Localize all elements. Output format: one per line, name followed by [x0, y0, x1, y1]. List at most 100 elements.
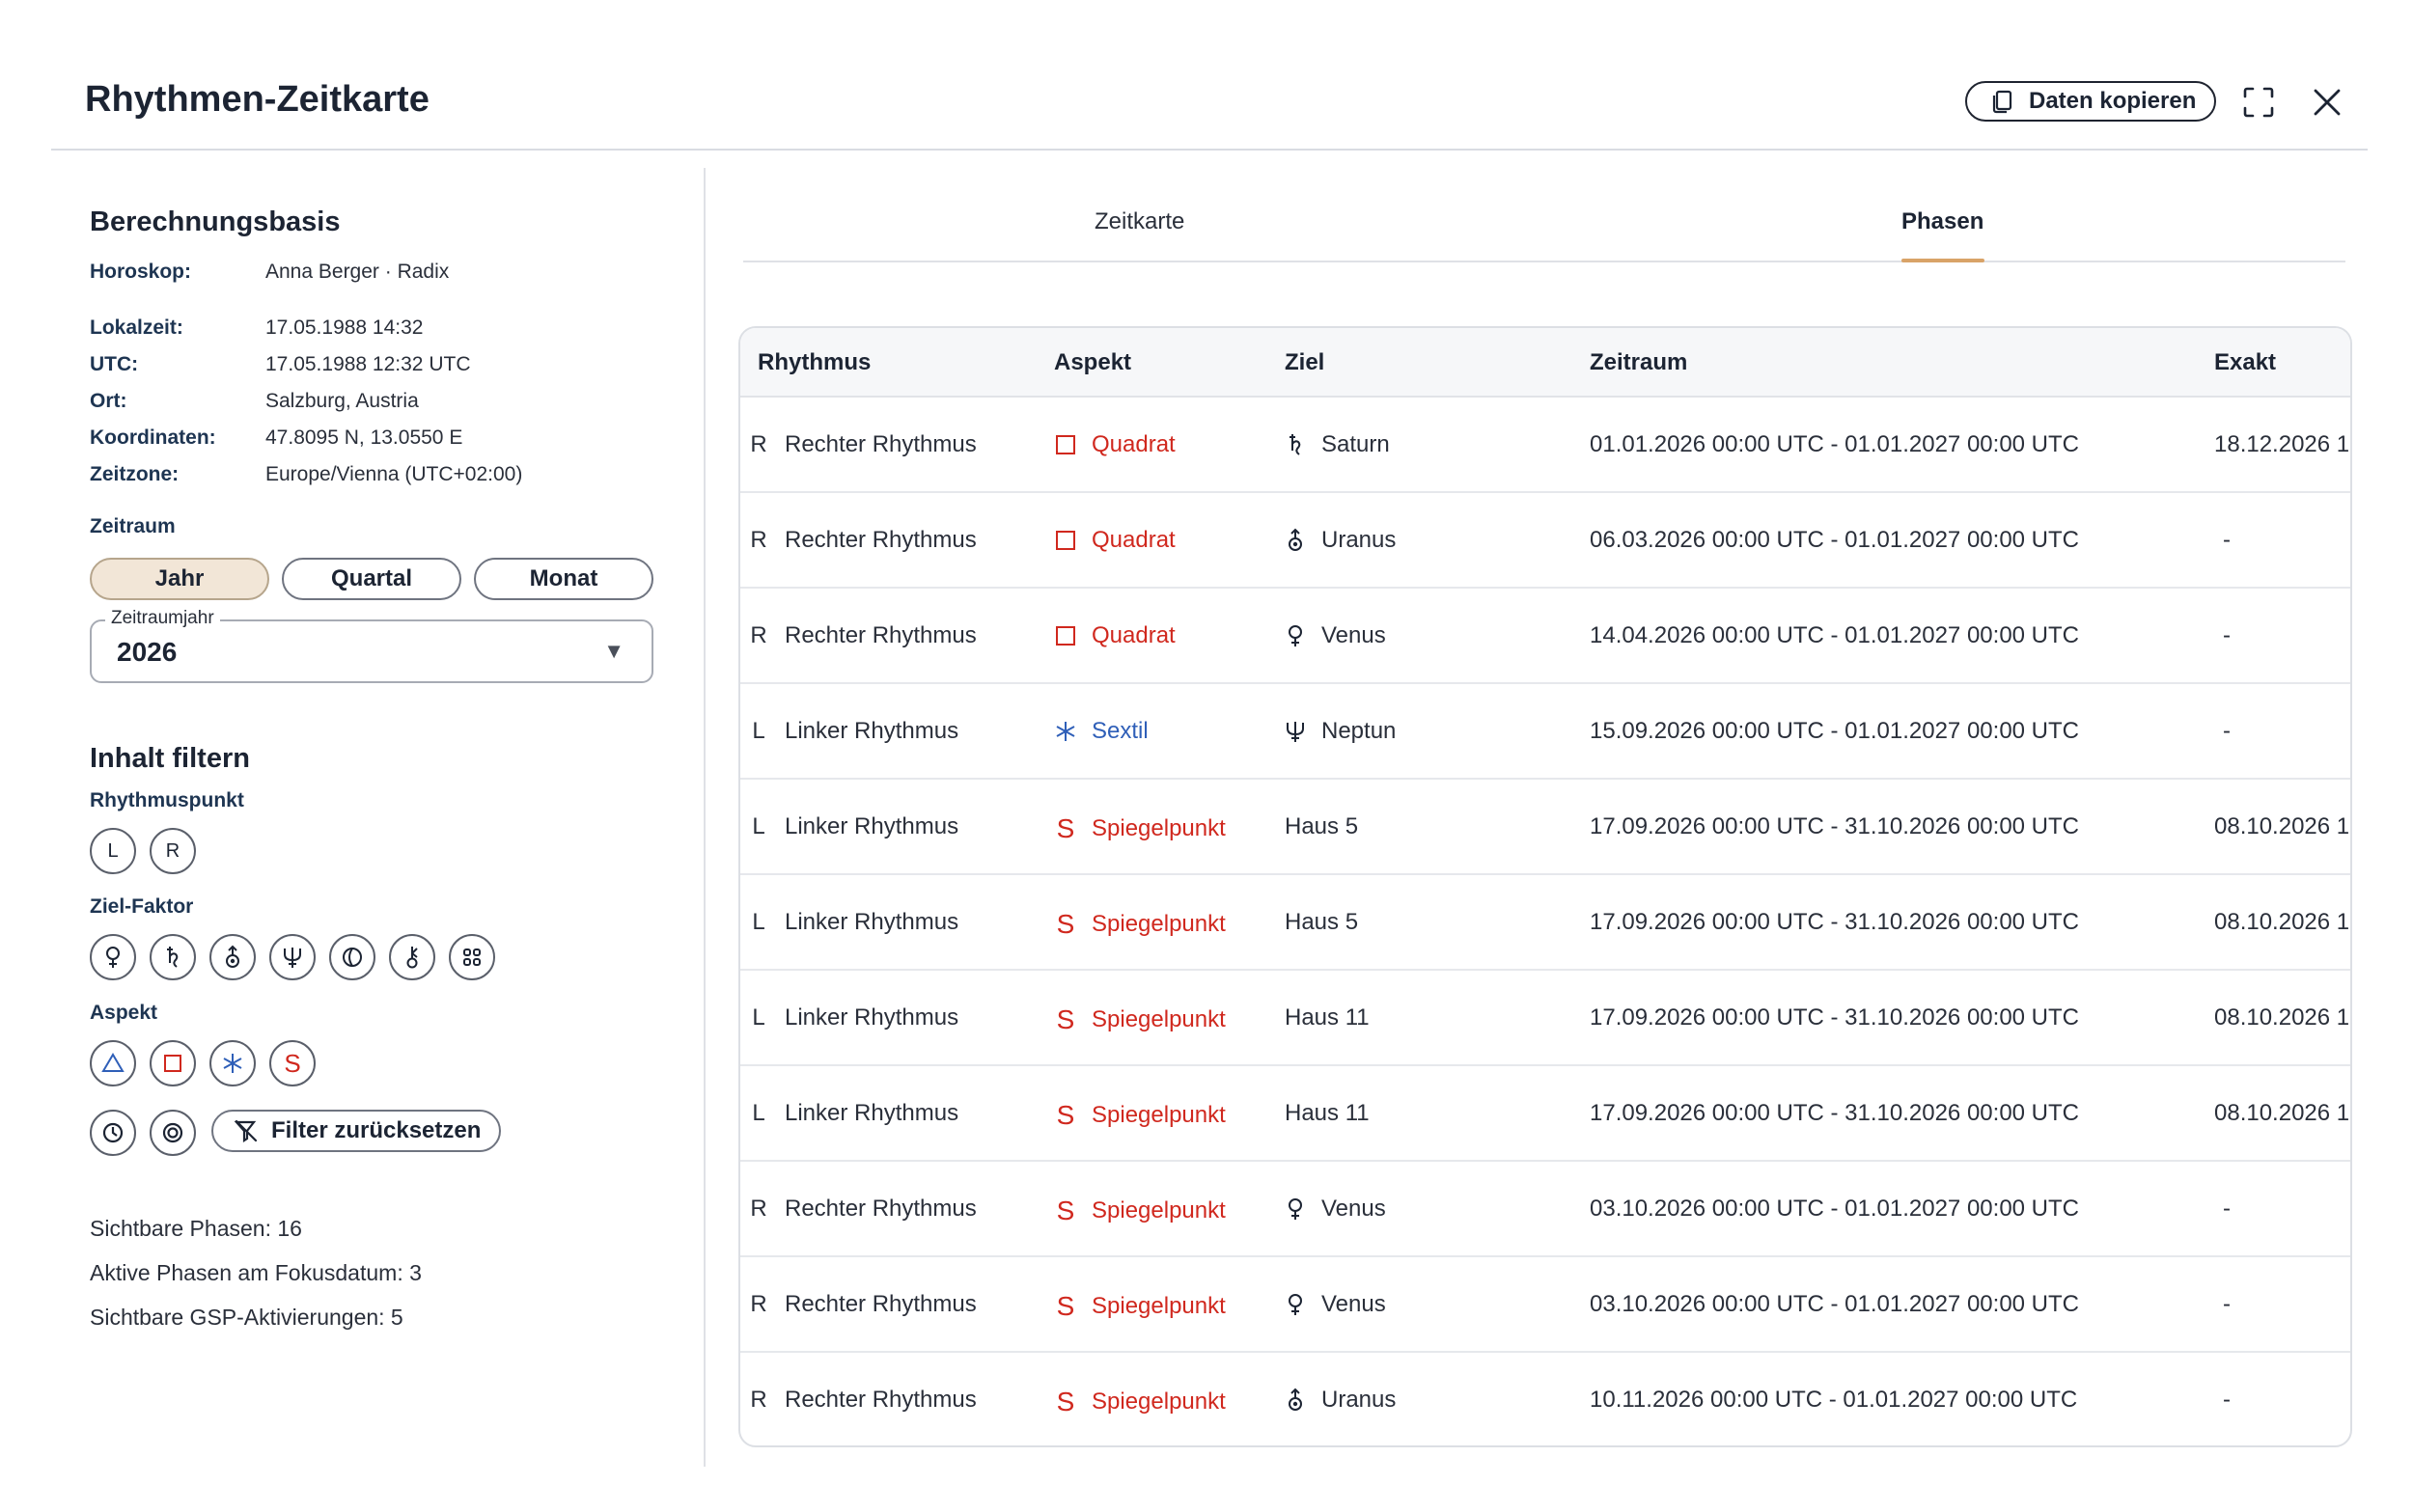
target-factor-label: Ziel-Faktor — [90, 895, 194, 918]
rhythm-cell: L Linker Rhythmus — [740, 813, 958, 840]
aspect-name: Spiegelpunkt — [1092, 1197, 1226, 1223]
filter-mirror-point[interactable]: S — [269, 1040, 316, 1086]
aspect-cell: S Spiegelpunkt — [1053, 1004, 1226, 1035]
fullscreen-icon[interactable] — [2239, 83, 2278, 122]
filter-more[interactable] — [449, 934, 495, 980]
target-name: Haus 5 — [1285, 909, 1359, 935]
filter-reset-icon — [233, 1117, 260, 1144]
rhythm-letter: L — [752, 718, 765, 744]
modal-header: Rhythmen-Zeitkarte Daten kopieren — [51, 48, 2368, 151]
clock-icon — [99, 1119, 126, 1146]
target-icon — [159, 1119, 186, 1146]
tab-phasen[interactable]: Phasen — [1901, 208, 1983, 235]
target-cell: Haus 5 — [1285, 813, 1358, 840]
copy-data-button[interactable]: Daten kopieren — [1965, 81, 2216, 122]
table-row[interactable]: R Rechter Rhythmus S Spiegelpunkt Venus … — [740, 1257, 2350, 1353]
table-row[interactable]: R Rechter Rhythmus Quadrat Uranus 06.03.… — [740, 493, 2350, 589]
column-header-aspect[interactable]: Aspekt — [1054, 349, 1131, 376]
rhythm-cell: L Linker Rhythmus — [740, 1004, 958, 1031]
filter-venus[interactable] — [90, 934, 136, 980]
year-select[interactable]: Zeitraumjahr 2026 ▼ — [90, 608, 653, 683]
rhythm-letter: R — [750, 431, 767, 457]
filter-rhythm-right[interactable]: R — [150, 828, 196, 874]
filter-neptune[interactable] — [269, 934, 316, 980]
segment-quarter[interactable]: Quartal — [282, 558, 461, 600]
period-cell: 17.09.2026 00:00 UTC - 31.10.2026 00:00 … — [1590, 909, 2079, 935]
panel-divider — [704, 168, 706, 1467]
sextile-icon — [219, 1050, 246, 1077]
rhythm-name: Rechter Rhythmus — [785, 622, 977, 648]
mirror-point-icon: S — [1056, 813, 1075, 843]
aspect-cell: S Spiegelpunkt — [1053, 1291, 1226, 1322]
table-row[interactable]: L Linker Rhythmus S Spiegelpunkt Haus 11… — [740, 1066, 2350, 1162]
column-header-period[interactable]: Zeitraum — [1590, 349, 1687, 376]
segment-year[interactable]: Jahr — [90, 558, 269, 600]
aspect-cell: S Spiegelpunkt — [1053, 1196, 1226, 1226]
info-value: Europe/Vienna (UTC+02:00) — [265, 463, 523, 485]
filter-uranus[interactable] — [209, 934, 256, 980]
target-cell: Venus — [1283, 622, 1386, 649]
square-icon — [1053, 432, 1078, 457]
table-row[interactable]: L Linker Rhythmus S Spiegelpunkt Haus 5 … — [740, 875, 2350, 971]
square-icon — [1053, 528, 1078, 553]
filter-rhythm-left[interactable]: L — [90, 828, 136, 874]
filter-time[interactable] — [90, 1110, 136, 1156]
rhythm-letter: R — [750, 527, 767, 553]
aspect-name: Spiegelpunkt — [1092, 911, 1226, 937]
exact-cell: - — [2223, 622, 2231, 648]
rhythm-name: Linker Rhythmus — [785, 1100, 959, 1126]
column-header-rhythm[interactable]: Rhythmus — [758, 349, 871, 376]
period-cell: 01.01.2026 00:00 UTC - 01.01.2027 00:00 … — [1590, 431, 2079, 457]
rhythm-cell: L Linker Rhythmus — [740, 1100, 958, 1127]
column-header-target[interactable]: Ziel — [1285, 349, 1324, 376]
table-row[interactable]: L Linker Rhythmus S Spiegelpunkt Haus 11… — [740, 971, 2350, 1066]
exact-cell: 08.10.2026 1 — [2214, 1100, 2350, 1126]
exact-cell: - — [2223, 527, 2231, 553]
aspect-name: Quadrat — [1092, 431, 1176, 457]
neptune-icon — [1283, 719, 1308, 744]
rhythm-point-label: Rhythmuspunkt — [90, 789, 244, 811]
info-label: Lokalzeit: — [90, 316, 183, 339]
filter-chiron[interactable] — [389, 934, 435, 980]
table-row[interactable]: L Linker Rhythmus S Spiegelpunkt Haus 5 … — [740, 780, 2350, 875]
tab-zeitkarte[interactable]: Zeitkarte — [1095, 208, 1184, 235]
table-row[interactable]: R Rechter Rhythmus Quadrat Saturn 01.01.… — [740, 398, 2350, 493]
period-cell: 17.09.2026 00:00 UTC - 31.10.2026 00:00 … — [1590, 1004, 2079, 1031]
target-cell: Venus — [1283, 1291, 1386, 1318]
rhythm-cell: L Linker Rhythmus — [740, 909, 958, 936]
year-select-value: 2026 — [117, 637, 178, 667]
filter-saturn[interactable] — [150, 934, 196, 980]
table-row[interactable]: R Rechter Rhythmus S Spiegelpunkt Uranus… — [740, 1353, 2350, 1445]
column-header-exact[interactable]: Exakt — [2214, 349, 2276, 376]
aspect-name: Spiegelpunkt — [1092, 1388, 1226, 1415]
aspect-name: Spiegelpunkt — [1092, 1006, 1226, 1032]
rhythm-name: Rechter Rhythmus — [785, 1387, 977, 1413]
reset-filter-button[interactable]: Filter zurücksetzen — [211, 1110, 501, 1152]
table-row[interactable]: L Linker Rhythmus Sextil Neptun 15.09.20… — [740, 684, 2350, 780]
filter-moon[interactable] — [329, 934, 375, 980]
table-row[interactable]: R Rechter Rhythmus S Spiegelpunkt Venus … — [740, 1162, 2350, 1257]
filter-sextile[interactable] — [209, 1040, 256, 1086]
mirror-point-icon: S — [1056, 1387, 1075, 1416]
moon-icon — [339, 944, 366, 971]
table-row[interactable]: R Rechter Rhythmus Quadrat Venus 14.04.2… — [740, 589, 2350, 684]
aspect-cell: S Spiegelpunkt — [1053, 1387, 1226, 1417]
neptune-icon — [279, 944, 306, 971]
info-row-timezone: Zeitzone: Europe/Vienna (UTC+02:00) — [90, 463, 522, 486]
close-icon[interactable] — [2308, 83, 2346, 122]
square-icon — [159, 1050, 186, 1077]
aspect-cell: Sextil — [1053, 718, 1149, 745]
venus-icon — [1283, 623, 1308, 648]
stat-visible-phases: Sichtbare Phasen: 16 — [90, 1216, 302, 1241]
aspect-name: Spiegelpunkt — [1092, 1293, 1226, 1319]
sextile-icon — [1053, 719, 1078, 744]
segment-month[interactable]: Monat — [474, 558, 653, 600]
period-cell: 15.09.2026 00:00 UTC - 01.01.2027 00:00 … — [1590, 718, 2079, 744]
rhythm-letter: L — [752, 813, 765, 839]
filter-focus[interactable] — [150, 1110, 196, 1156]
filter-trine[interactable] — [90, 1040, 136, 1086]
saturn-icon — [159, 944, 186, 971]
filter-square[interactable] — [150, 1040, 196, 1086]
target-cell: Uranus — [1283, 1387, 1396, 1414]
mirror-point-icon: S — [1056, 1291, 1075, 1321]
